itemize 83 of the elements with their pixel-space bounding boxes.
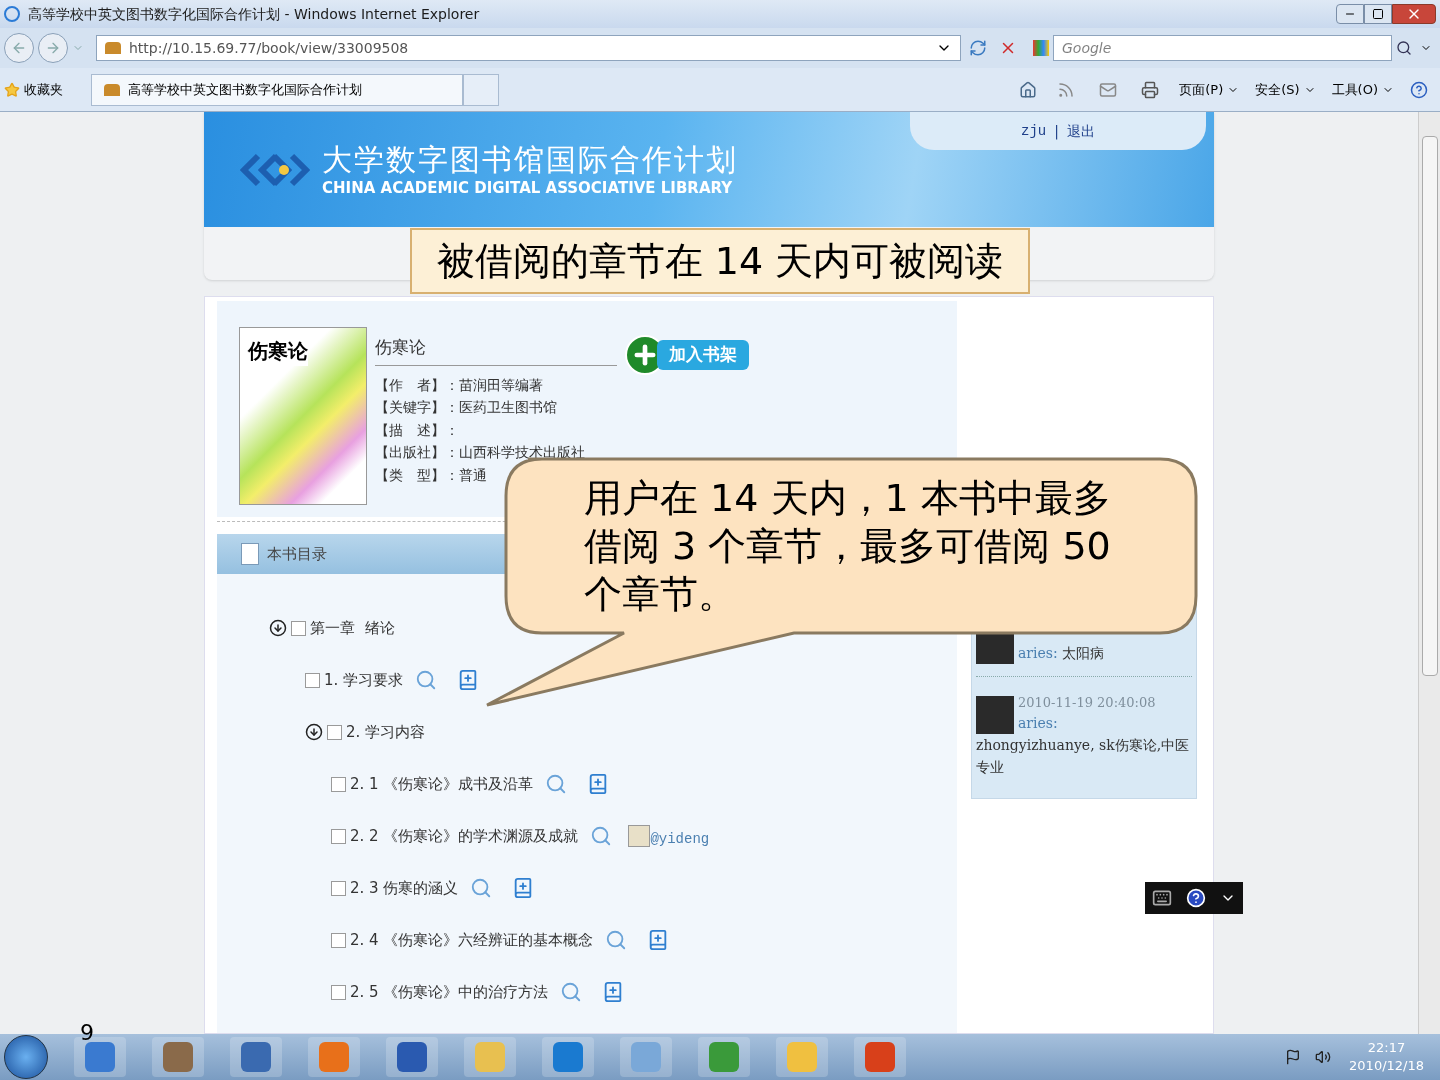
checkbox[interactable] — [331, 984, 346, 1000]
search-engine-icon — [1033, 40, 1049, 56]
scrollbar[interactable] — [1418, 112, 1440, 1034]
start-button[interactable] — [4, 1035, 48, 1079]
taskbar-app-icon[interactable] — [308, 1037, 360, 1077]
collapse-icon[interactable] — [269, 619, 287, 637]
checkbox[interactable] — [291, 620, 306, 636]
comment-time: 2010-11-19 20:40:08 — [1018, 694, 1156, 712]
toolbar-menu[interactable]: 安全(S) — [1247, 79, 1324, 100]
field-label: 【作 者】： — [375, 375, 459, 395]
chapter-link[interactable]: 2. 2 《伤寒论》的学术渊源及成就 — [350, 824, 579, 848]
mail-icon[interactable] — [1099, 80, 1118, 99]
checkbox[interactable] — [305, 672, 320, 688]
chapter-link[interactable]: 2. 3 伤寒的涵义 — [350, 876, 459, 900]
taskbar-app-icon[interactable] — [386, 1037, 438, 1077]
checkbox[interactable] — [331, 880, 346, 896]
toolbar-menu[interactable]: 页面(P) — [1171, 79, 1248, 100]
logo-subtitle: CHINA ACADEMIC DIGITAL ASSOCIATIVE LIBRARY — [322, 178, 734, 198]
forward-button[interactable] — [38, 33, 68, 63]
restore-button[interactable] — [1364, 4, 1392, 24]
field-value: 医药卫生图书馆 — [459, 398, 557, 417]
window-title: 高等学校中英文图书数字化国际合作计划 - Windows Internet Explorer — [28, 4, 481, 24]
checkbox[interactable] — [331, 776, 346, 792]
chapter-link[interactable]: 2. 4 《伤寒论》六经辨证的基本概念 — [350, 928, 594, 952]
flag-icon[interactable] — [1285, 1049, 1302, 1065]
callout-text: 用户在 14 天内，1 本书中最多借阅 3 个章节，最多可借阅 50 个章节。 — [584, 475, 1112, 618]
taskbar-app-icon[interactable] — [542, 1037, 594, 1077]
forward-arrow-icon — [45, 40, 61, 56]
browser-tab[interactable]: 高等学校中英文图书数字化国际合作计划 — [91, 73, 463, 106]
toolbar-menu[interactable]: 工具(O) — [1323, 79, 1402, 100]
callout-banner: 被借阅的章节在 14 天内可被阅读 — [410, 228, 1030, 294]
comment-text: 太阳病 — [1061, 644, 1104, 663]
avatar — [976, 695, 1014, 734]
taskbar-app-icon[interactable] — [854, 1037, 906, 1077]
slide-number: 9 — [80, 1019, 94, 1047]
restore-icon — [1372, 8, 1384, 20]
volume-icon[interactable] — [1315, 1049, 1332, 1065]
collapse-icon[interactable] — [305, 723, 323, 741]
taskbar-app-icon[interactable] — [230, 1037, 282, 1077]
logo-title: 大学数字图书馆国际合作计划 — [322, 141, 738, 179]
search-field[interactable]: Google — [1053, 35, 1392, 61]
checkbox[interactable] — [331, 932, 346, 948]
comment-text: zhongyizhuanye, sk伤寒论,中医专业 — [976, 735, 1191, 777]
address-field[interactable]: http://10.15.69.77/book/view/33009508 — [96, 35, 961, 61]
book-title: 伤寒论 — [375, 335, 617, 366]
taskbar-app-icon[interactable] — [698, 1037, 750, 1077]
chapter-link[interactable]: 2. 1 《伤寒论》成书及沿革 — [350, 772, 534, 796]
toc-title: 本书目录 — [267, 543, 327, 565]
favorites-button[interactable]: 收藏夹 — [4, 74, 79, 105]
logout-link[interactable]: 退出 — [1066, 120, 1095, 142]
field-value: 普通 — [459, 465, 487, 485]
chapter-link[interactable]: 1. 学习要求 — [324, 668, 404, 692]
document-icon — [241, 543, 259, 565]
close-button[interactable] — [1392, 4, 1436, 24]
field-label: 【描 述】： — [375, 420, 459, 440]
username: zju — [1021, 121, 1047, 141]
taskbar-app-icon[interactable] — [152, 1037, 204, 1077]
new-tab-button[interactable] — [463, 73, 499, 106]
chapter-link[interactable]: 第一章 绪论 — [310, 616, 395, 640]
comment-user: aries: — [1018, 644, 1058, 663]
checkbox[interactable] — [331, 828, 346, 844]
feed-icon[interactable] — [1057, 80, 1076, 99]
field-value: 山西科学技术出版社 — [459, 443, 585, 462]
home-icon[interactable] — [1019, 80, 1038, 99]
checkbox[interactable] — [327, 724, 342, 740]
print-icon[interactable] — [1141, 80, 1160, 99]
field-label: 【出版社】： — [375, 443, 459, 462]
chapter-link[interactable]: 2. 学习内容 — [346, 720, 426, 744]
field-label: 【关键字】： — [375, 398, 459, 417]
field-label: 【类 型】： — [375, 465, 459, 485]
separator: | — [1054, 121, 1059, 142]
refresh-icon[interactable] — [969, 39, 987, 57]
chapter-link[interactable]: 2. 5 《伤寒论》中的治疗方法 — [350, 980, 549, 1004]
star-icon — [4, 81, 20, 98]
field-value: 苗润田等编著 — [459, 375, 543, 395]
comment-user: aries: — [1018, 713, 1059, 733]
site-icon — [105, 42, 121, 54]
back-button[interactable] — [4, 33, 34, 63]
search-icon[interactable] — [1396, 40, 1412, 56]
ie-icon — [4, 6, 20, 22]
borrower-name: @yideng — [650, 830, 710, 849]
minimize-button[interactable] — [1336, 4, 1364, 24]
keyboard-icon[interactable] — [1152, 888, 1172, 908]
